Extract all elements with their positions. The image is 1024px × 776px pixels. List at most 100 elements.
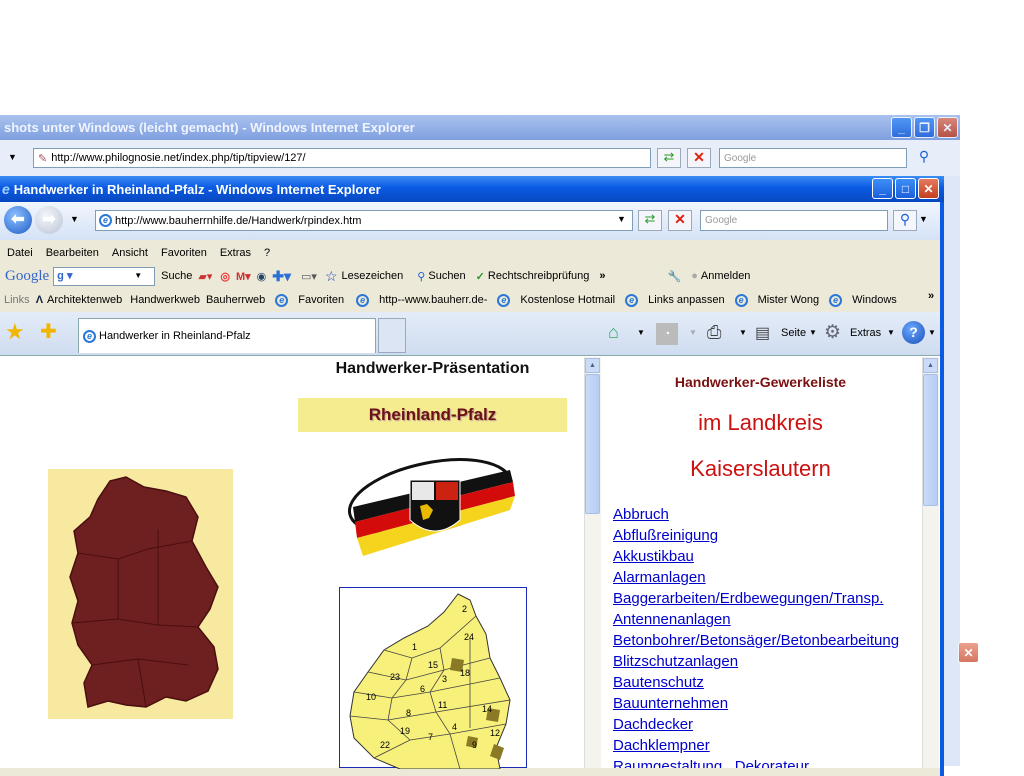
scroll-thumb[interactable]: [585, 374, 600, 514]
trade-link-dachdecker[interactable]: Dachdecker: [613, 714, 918, 735]
menu-ansicht[interactable]: Ansicht: [112, 247, 148, 259]
page-menu-button[interactable]: Seite: [781, 327, 806, 339]
refresh-icon[interactable]: ⇄: [638, 210, 662, 231]
maximize-button[interactable]: □: [895, 178, 916, 199]
right-scroll-thumb[interactable]: [923, 374, 938, 506]
wrench-icon[interactable]: 🔧: [668, 270, 682, 283]
search-options-icon[interactable]: ▼: [919, 214, 928, 224]
chevron-more-icon[interactable]: »: [599, 270, 605, 282]
new-tab-button[interactable]: [378, 318, 406, 353]
back-close-button[interactable]: ✕: [937, 117, 958, 138]
trade-link-betonbohrer[interactable]: Betonbohrer/Betonsäger/Betonbearbeitung: [613, 630, 918, 651]
back-search-icon[interactable]: ⚲: [912, 148, 936, 168]
globe-icon[interactable]: ◉: [257, 270, 267, 283]
close-button[interactable]: ✕: [918, 178, 939, 199]
back-refresh-icon[interactable]: ⇄: [657, 148, 681, 168]
menu-datei[interactable]: Datei: [7, 247, 33, 259]
rss-icon[interactable]: ◔: [656, 323, 678, 345]
help-dropdown-icon[interactable]: ▼: [928, 328, 936, 337]
google-search-combo[interactable]: g ▾ ▼: [53, 266, 156, 286]
tab-active[interactable]: e Handwerker in Rheinland-Pfalz: [78, 318, 376, 353]
search2-button[interactable]: Suchen: [428, 270, 465, 282]
link-hotmail[interactable]: Kostenlose Hotmail: [520, 294, 615, 306]
trade-link-bautenschutz[interactable]: Bautenschutz: [613, 672, 918, 693]
link-favoriten[interactable]: Favoriten: [298, 294, 344, 306]
back-minimize-button[interactable]: _: [891, 117, 912, 138]
trade-link-blitzschutzanlagen[interactable]: Blitzschutzanlagen: [613, 651, 918, 672]
highlight-icon[interactable]: ▭▾: [301, 270, 317, 283]
back-window-titlebar[interactable]: shots unter Windows (leicht gemacht) - W…: [0, 115, 960, 140]
links-chevron-icon[interactable]: »: [928, 290, 934, 302]
trade-link-abbruch[interactable]: Abbruch: [613, 504, 918, 525]
trade-link-akkustikbau[interactable]: Akkustikbau: [613, 546, 918, 567]
menu-help[interactable]: ?: [264, 247, 270, 259]
address-dropdown-icon[interactable]: ▼: [617, 214, 626, 224]
right-scroll-up-icon[interactable]: ▲: [923, 358, 938, 373]
trades-list-title: Handwerker-Gewerkeliste: [674, 374, 847, 390]
news-icon[interactable]: ▰▾: [198, 270, 212, 283]
link-architektenweb[interactable]: Architektenweb: [47, 294, 122, 306]
link-bauherrweb[interactable]: Bauherrweb: [206, 294, 265, 306]
link-bauherr[interactable]: http--www.bauherr.de-: [379, 294, 487, 306]
stop-icon[interactable]: ✕: [668, 210, 692, 231]
back-search-input[interactable]: Google: [719, 148, 907, 168]
home-dropdown-icon[interactable]: ▼: [637, 328, 645, 337]
history-dropdown-icon[interactable]: ▼: [70, 214, 79, 224]
back-restore-button[interactable]: ❐: [914, 117, 935, 138]
main-window-titlebar[interactable]: e Handwerker in Rheinland-Pfalz - Window…: [0, 176, 944, 202]
google-search-button[interactable]: Suche: [161, 270, 192, 282]
spellcheck-button[interactable]: Rechtschreibprüfung: [488, 270, 590, 282]
link-misterwong[interactable]: Mister Wong: [758, 294, 820, 306]
search-icon[interactable]: ⚲: [893, 210, 917, 231]
back-button[interactable]: ⬅: [4, 206, 32, 234]
trade-link-baggerarbeiten[interactable]: Baggerarbeiten/Erdbewegungen/Transp.: [613, 588, 918, 609]
extras-menu-button[interactable]: Extras: [850, 327, 881, 339]
back-stop-icon[interactable]: ✕: [687, 148, 711, 168]
trade-link-antennenanlagen[interactable]: Antennenanlagen: [613, 609, 918, 630]
home-icon[interactable]: ⌂: [608, 322, 619, 343]
google-logo[interactable]: Google: [5, 268, 49, 285]
extras-dropdown-icon[interactable]: ▼: [887, 328, 895, 337]
bookmarks-button[interactable]: Lesezeichen: [342, 270, 404, 282]
page-dropdown-icon[interactable]: ▼: [809, 328, 817, 337]
trade-link-raumgestaltung[interactable]: Raumgestaltung , Dekorateur: [613, 756, 918, 768]
trade-link-bauunternehmen[interactable]: Bauunternehmen: [613, 693, 918, 714]
page-menu-icon[interactable]: ▤: [755, 323, 770, 343]
state-banner[interactable]: Rheinland-Pfalz: [298, 398, 567, 432]
signin-button[interactable]: Anmelden: [701, 270, 751, 282]
rss-dropdown-icon[interactable]: ▼: [689, 328, 697, 337]
favorites-star-icon[interactable]: ★: [5, 320, 25, 344]
scroll-up-icon[interactable]: ▲: [585, 358, 600, 373]
minimize-button[interactable]: _: [872, 178, 893, 199]
user-circle-icon[interactable]: ●: [691, 270, 698, 282]
star-icon[interactable]: ☆: [325, 268, 338, 285]
gmail-icon[interactable]: M▾: [236, 270, 251, 283]
trade-link-abflussreinigung[interactable]: Abflußreinigung: [613, 525, 918, 546]
menu-favoriten[interactable]: Favoriten: [161, 247, 207, 259]
address-field[interactable]: e http://www.bauherrnhilfe.de/Handwerk/r…: [95, 210, 633, 231]
print-icon[interactable]: ⎙: [707, 322, 721, 343]
trade-link-dachklempner[interactable]: Dachklempner: [613, 735, 918, 756]
search-magnifier-icon[interactable]: ⚲: [417, 270, 425, 283]
behind-window-close-button[interactable]: ✕: [958, 642, 979, 663]
ring-icon[interactable]: ◎: [220, 270, 230, 283]
combo-dropdown-icon[interactable]: ▼: [134, 271, 142, 280]
forward-button[interactable]: ➡: [35, 206, 63, 234]
back-forward-dropdown-icon[interactable]: ▼: [8, 152, 17, 162]
print-dropdown-icon[interactable]: ▼: [739, 328, 747, 337]
menu-bearbeiten[interactable]: Bearbeiten: [46, 247, 99, 259]
add-favorite-icon[interactable]: ✚: [40, 320, 57, 344]
back-address-field[interactable]: ✎ http://www.philognosie.net/index.php/t…: [33, 148, 651, 168]
link-handwerkweb[interactable]: Handwerkweb: [130, 294, 200, 306]
gear-icon[interactable]: ⚙: [824, 321, 841, 344]
spellcheck-icon[interactable]: ✓: [476, 270, 485, 283]
germany-map-panel[interactable]: [48, 469, 233, 719]
rlp-district-map[interactable]: 2 24 1 15 18 10 23 6 11 8 3 14 7 9 22 4 …: [339, 587, 527, 770]
help-icon[interactable]: ?: [902, 321, 925, 344]
menu-extras[interactable]: Extras: [220, 247, 251, 259]
link-anpassen[interactable]: Links anpassen: [648, 294, 724, 306]
trade-link-alarmanlagen[interactable]: Alarmanlagen: [613, 567, 918, 588]
link-windows[interactable]: Windows: [852, 294, 897, 306]
plus-icon[interactable]: ✚▾: [272, 268, 291, 285]
search-input[interactable]: Google: [700, 210, 888, 231]
